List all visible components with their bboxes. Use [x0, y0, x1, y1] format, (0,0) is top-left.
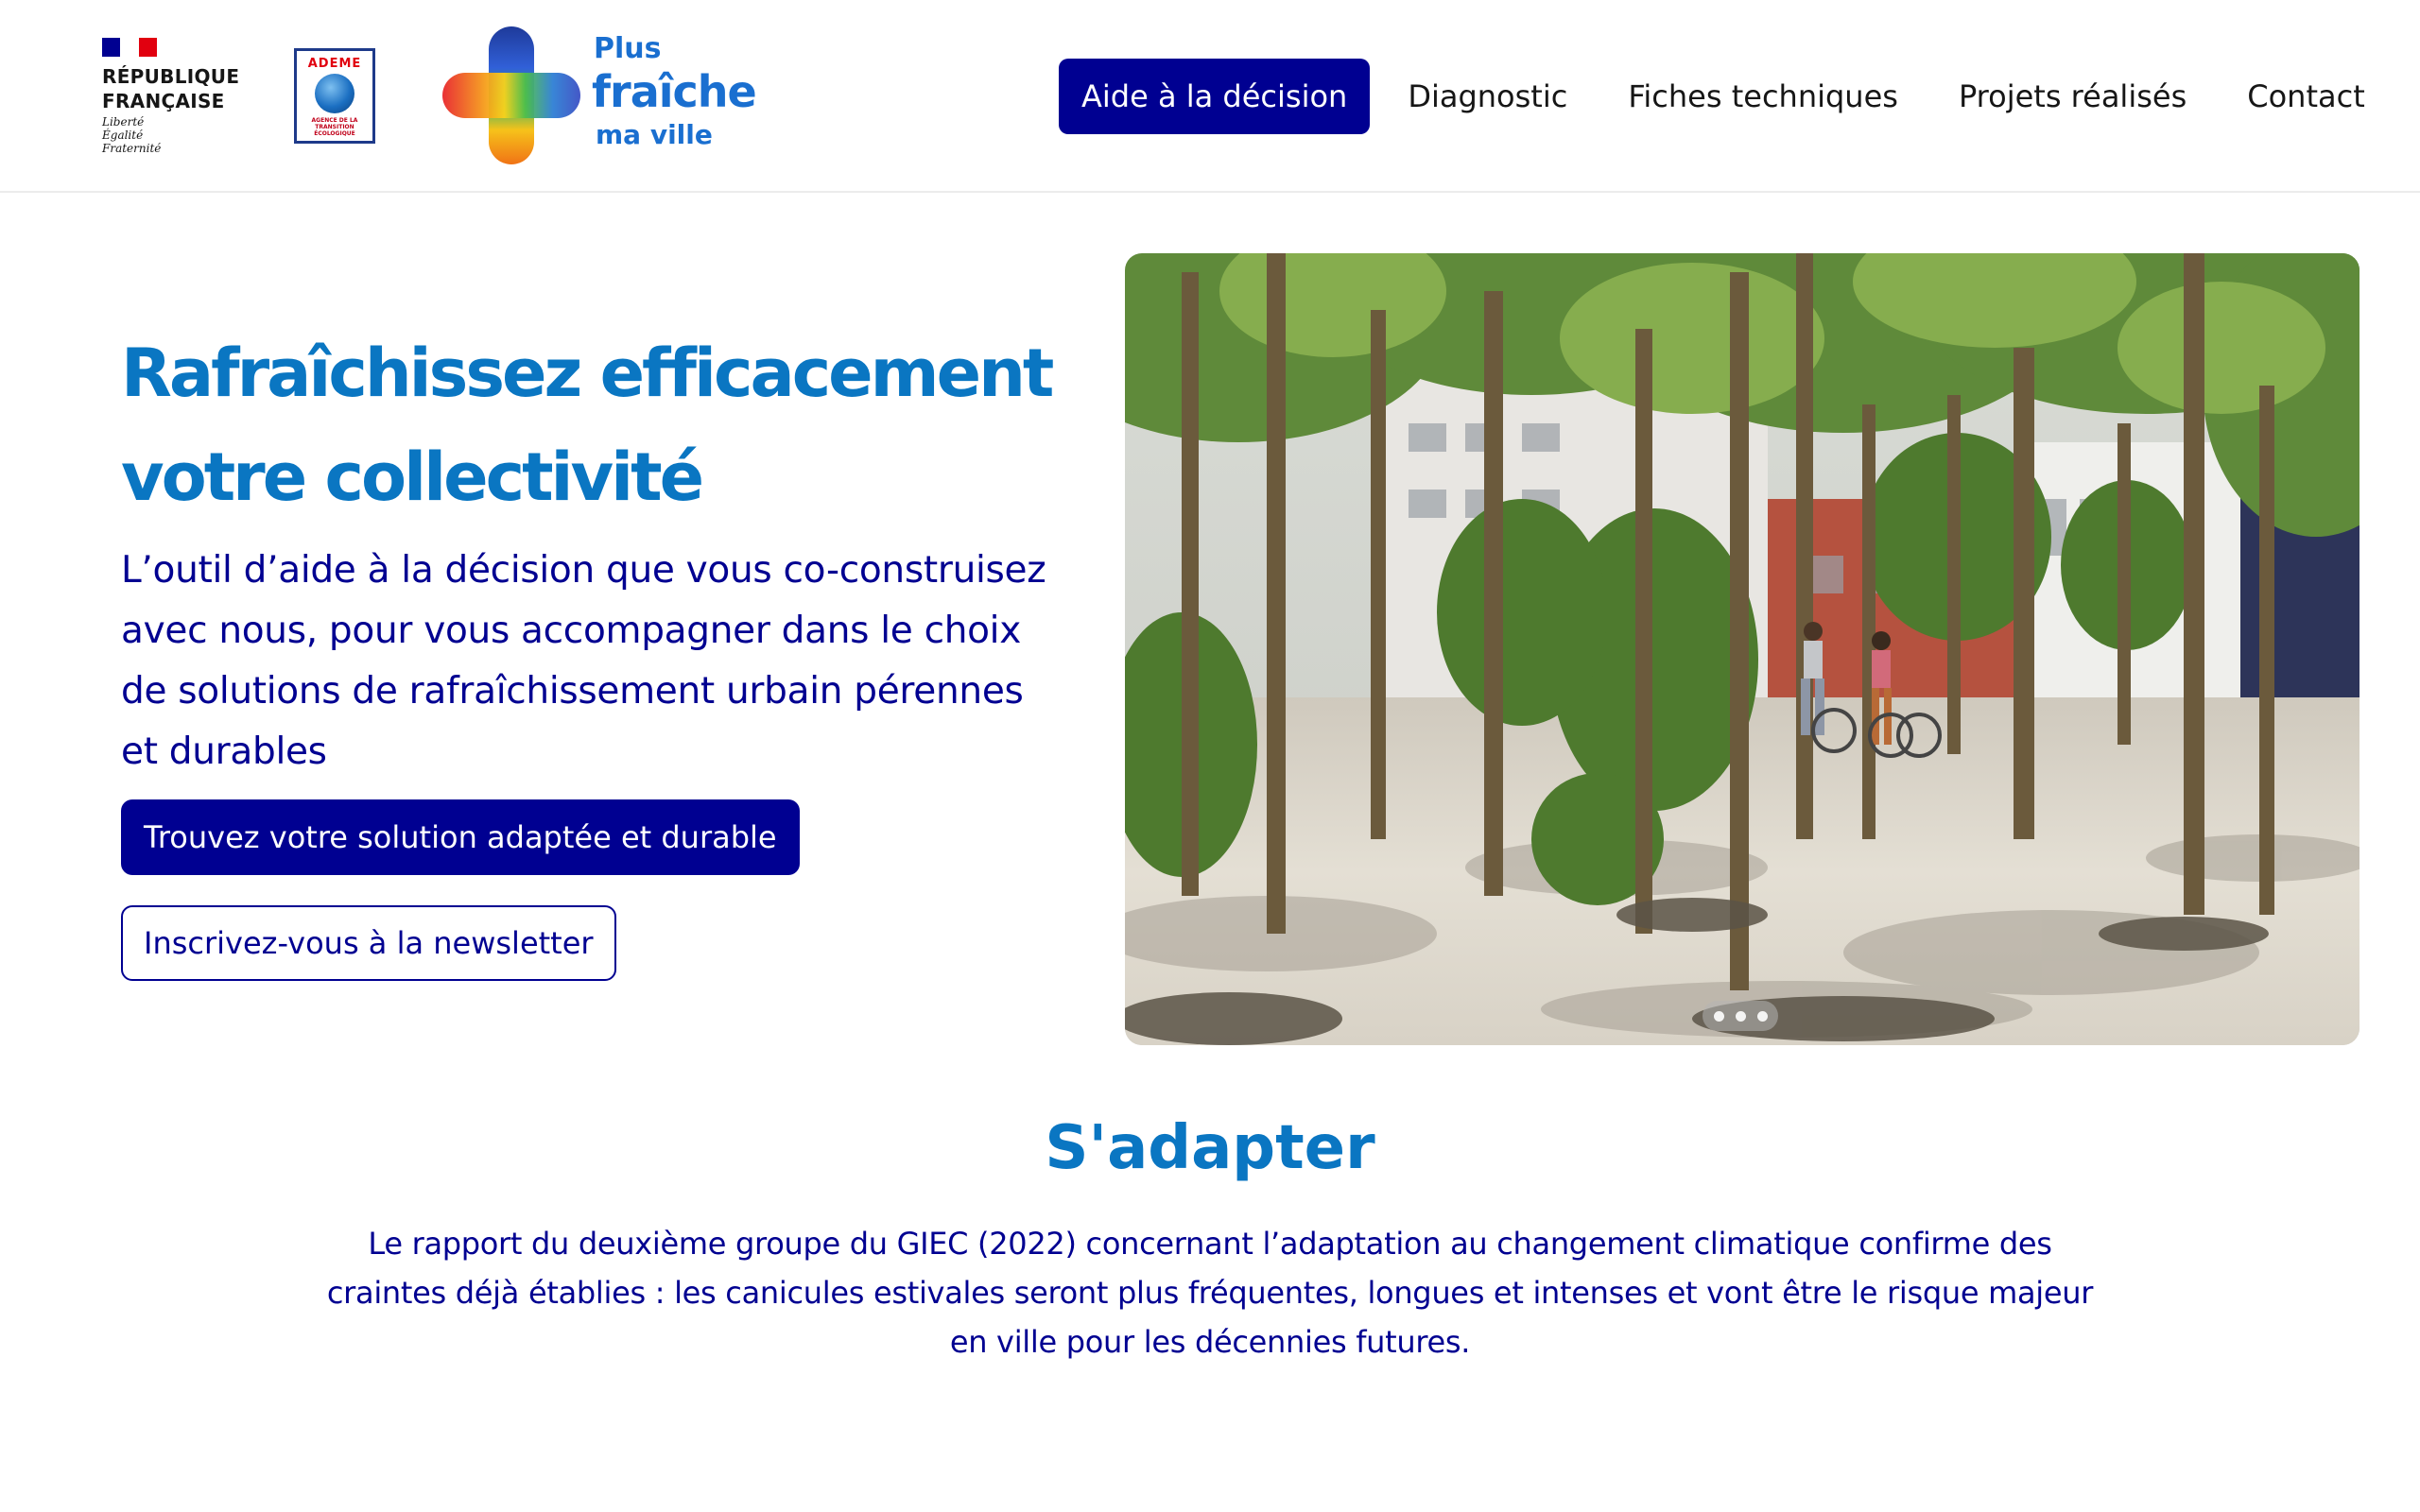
- hero-title: Rafraîchissez efficacement votre collect…: [121, 335, 1054, 516]
- site-header: RÉPUBLIQUE FRANÇAISE Liberté Égalité Fra…: [0, 0, 2420, 193]
- carousel-dots: [1703, 1001, 1778, 1031]
- section-title: S'adapter: [1045, 1113, 1375, 1183]
- plus-fraiche-ma-ville-logo[interactable]: Plus fraîche ma ville: [442, 26, 764, 166]
- find-solution-button[interactable]: Trouvez votre solution adaptée et durabl…: [121, 799, 800, 875]
- main-navigation: Aide à la décision Diagnostic Fiches tec…: [1059, 59, 2403, 134]
- rainbow-plus-icon: [442, 26, 580, 164]
- republique-francaise-logo[interactable]: RÉPUBLIQUE FRANÇAISE Liberté Égalité Fra…: [100, 36, 242, 159]
- brand-line-2: fraîche: [592, 66, 757, 117]
- nav-item-contact[interactable]: Contact: [2224, 59, 2388, 134]
- hero-carousel[interactable]: [1125, 253, 2360, 1045]
- marianne-flag-icon: [102, 38, 157, 57]
- ademe-subtitle: AGENCE DE LA TRANSITION ÉCOLOGIQUE: [311, 117, 358, 137]
- section-text: Le rapport du deuxième groupe du GIEC (2…: [326, 1226, 2094, 1360]
- newsletter-button[interactable]: Inscrivez-vous à la newsletter: [121, 905, 616, 981]
- carousel-dot-2[interactable]: [1735, 1010, 1746, 1022]
- carousel-dot-1[interactable]: [1713, 1010, 1724, 1022]
- republique-motto: Liberté Égalité Fraternité: [102, 115, 162, 155]
- republique-francaise-name: RÉPUBLIQUE FRANÇAISE: [102, 65, 240, 112]
- globe-icon: [315, 74, 354, 113]
- carousel-photo: [1125, 253, 2360, 1045]
- nav-item-diagnostic[interactable]: Diagnostic: [1385, 59, 1590, 134]
- hero-subtitle: L’outil d’aide à la décision que vous co…: [121, 549, 1046, 773]
- ademe-logo[interactable]: ADEME AGENCE DE LA TRANSITION ÉCOLOGIQUE: [294, 48, 375, 144]
- brand-line-3: ma ville: [596, 119, 713, 150]
- carousel-dot-3[interactable]: [1756, 1010, 1768, 1022]
- nav-item-aide-decision[interactable]: Aide à la décision: [1059, 59, 1371, 134]
- ademe-title: ADEME: [307, 57, 362, 71]
- nav-item-projets-realises[interactable]: Projets réalisés: [1936, 59, 2209, 134]
- brand-line-1: Plus: [594, 32, 662, 65]
- nav-item-fiches-techniques[interactable]: Fiches techniques: [1605, 59, 1921, 134]
